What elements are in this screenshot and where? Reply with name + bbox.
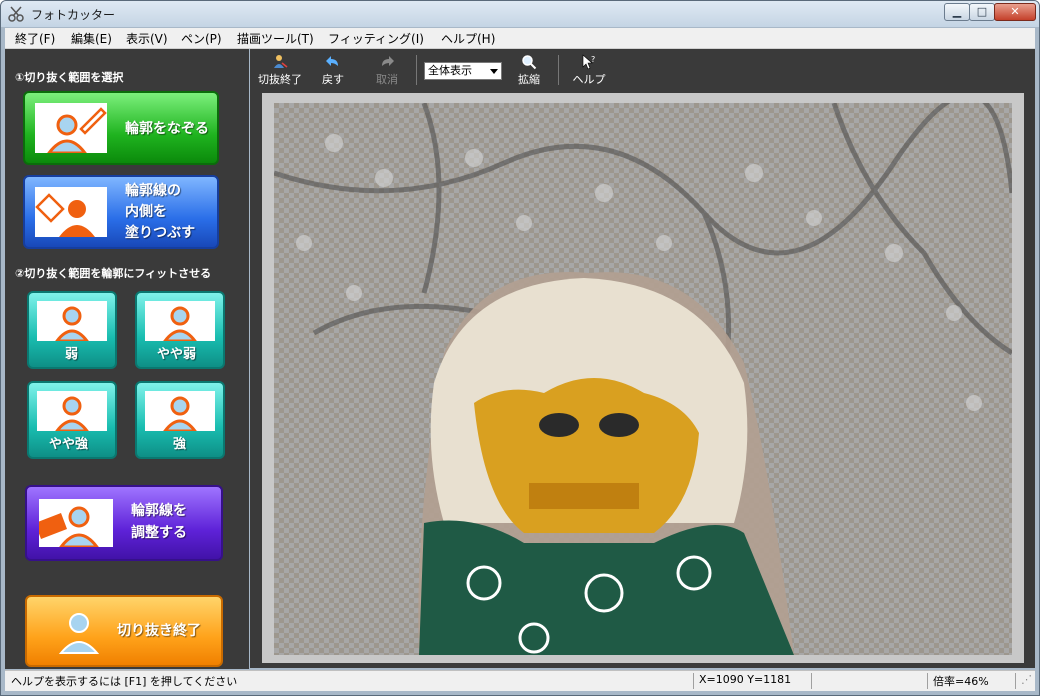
menu-fitting[interactable]: フィッティング(I) xyxy=(328,30,424,47)
title-bar: フォトカッター ▁ □ ✕ xyxy=(1,1,1039,27)
help-label: ヘルプ xyxy=(572,73,606,86)
chevron-down-icon xyxy=(490,69,498,74)
redo-arrow-icon xyxy=(382,56,394,66)
trace-card xyxy=(35,103,107,153)
toolbar-separator xyxy=(558,55,559,85)
fill-card xyxy=(35,187,107,237)
person-adjust-icon xyxy=(39,506,99,547)
fit-weak-card xyxy=(37,301,107,341)
undo-button[interactable]: 戻す xyxy=(312,51,354,89)
canvas-area xyxy=(250,91,1035,668)
help-button[interactable]: ? ヘルプ xyxy=(568,51,610,89)
window-title: フォトカッター xyxy=(31,8,116,22)
fill-inside-label-1: 輪郭線の xyxy=(125,183,181,199)
fit-weak-label: 弱 xyxy=(65,347,79,362)
sidebar-panel: ①切り抜く範囲を選択 輪郭をなぞる 輪郭線の 内側を 塗りつぶす ②切り抜く範囲… xyxy=(5,49,249,669)
status-divider xyxy=(1015,673,1016,689)
photo-image xyxy=(274,103,1012,655)
status-coordinates: X=1090 Y=1181 xyxy=(699,673,792,686)
menu-edit[interactable]: 編集(E) xyxy=(71,30,112,47)
view-mode-select[interactable]: 全体表示 xyxy=(424,62,502,80)
canvas-frame xyxy=(262,93,1024,663)
menu-draw-tools[interactable]: 描画ツール(T) xyxy=(237,30,314,47)
undo-arrow-icon xyxy=(326,56,338,66)
status-divider xyxy=(927,673,928,689)
fit-slightly-weak-button[interactable]: やや弱 xyxy=(135,291,225,369)
fit-slightly-strong-button[interactable]: やや強 xyxy=(27,381,117,459)
adjust-card xyxy=(39,499,113,547)
menu-view[interactable]: 表示(V) xyxy=(126,30,168,47)
help-cursor-icon: ? xyxy=(582,54,595,70)
fill-inside-label-2: 内側を xyxy=(125,204,167,220)
trace-outline-button[interactable]: 輪郭をなぞる xyxy=(23,91,219,165)
adjust-outline-button[interactable]: 輪郭線を 調整する xyxy=(25,485,223,561)
scissors-icon xyxy=(8,6,24,22)
section-fit-range-label: ②切り抜く範囲を輪郭にフィットさせる xyxy=(15,267,212,280)
fit-slightly-strong-card xyxy=(37,391,107,431)
status-zoom: 倍率=46% xyxy=(933,675,989,688)
finish-cut-label: 切抜終了 xyxy=(258,73,302,86)
status-divider xyxy=(811,673,812,689)
status-divider xyxy=(693,673,694,689)
adjust-outline-label-2: 調整する xyxy=(131,525,187,541)
fit-strong-button[interactable]: 強 xyxy=(135,381,225,459)
zoom-label: 拡縮 xyxy=(518,73,540,86)
fit-weak-button[interactable]: 弱 xyxy=(27,291,117,369)
fit-strong-card xyxy=(145,391,215,431)
fit-strong-label: 強 xyxy=(173,437,187,452)
minimize-button[interactable]: ▁ xyxy=(944,3,970,21)
person-cut-icon xyxy=(274,55,288,68)
undo-label: 戻す xyxy=(322,73,344,86)
person-silhouette-icon xyxy=(47,107,107,153)
person-silhouette-icon xyxy=(163,306,197,341)
fit-slightly-strong-label: やや強 xyxy=(49,437,89,452)
svg-text:?: ? xyxy=(591,55,595,64)
fill-inside-label-3: 塗りつぶす xyxy=(125,225,196,241)
menu-help[interactable]: ヘルプ(H) xyxy=(441,30,495,47)
zoom-button[interactable]: 拡縮 xyxy=(508,51,550,89)
person-silhouette-icon xyxy=(58,613,100,654)
magnifier-icon xyxy=(522,55,537,70)
paint-bucket-icon xyxy=(35,193,95,237)
menu-pen[interactable]: ペン(P) xyxy=(181,30,222,47)
finish-cut-tool-button[interactable]: 切抜終了 xyxy=(254,51,306,89)
close-button[interactable]: ✕ xyxy=(994,3,1036,21)
finish-cut-button[interactable]: 切り抜き終了 xyxy=(25,595,223,667)
section-select-range-label: ①切り抜く範囲を選択 xyxy=(15,71,124,84)
toolbar: 切抜終了 戻す 取消 全体表示 拡縮 ? ヘルプ xyxy=(250,49,1035,91)
resize-grip-icon[interactable]: ⋰ xyxy=(1021,673,1032,689)
photo-canvas[interactable] xyxy=(274,103,1012,655)
fill-inside-button[interactable]: 輪郭線の 内側を 塗りつぶす xyxy=(23,175,219,249)
trace-outline-label: 輪郭をなぞる xyxy=(125,121,209,137)
cancel-button[interactable]: 取消 xyxy=(366,51,408,89)
person-silhouette-icon xyxy=(163,396,197,431)
finish-cut-button-label: 切り抜き終了 xyxy=(117,623,201,639)
maximize-button[interactable]: □ xyxy=(969,3,995,21)
cancel-label: 取消 xyxy=(376,73,398,86)
menu-bar: 終了(F) 編集(E) 表示(V) ペン(P) 描画ツール(T) フィッティング… xyxy=(5,28,1035,49)
app-window: フォトカッター ▁ □ ✕ 終了(F) 編集(E) 表示(V) ペン(P) 描画… xyxy=(0,0,1040,696)
menu-file[interactable]: 終了(F) xyxy=(15,30,55,47)
adjust-outline-label-1: 輪郭線を xyxy=(131,503,187,519)
toolbar-separator xyxy=(416,55,417,85)
status-hint: ヘルプを表示するには [F1] を押してください xyxy=(11,675,238,688)
fit-slightly-weak-label: やや弱 xyxy=(157,347,197,362)
status-bar: ヘルプを表示するには [F1] を押してください X=1090 Y=1181 倍… xyxy=(5,670,1035,691)
fit-slightly-weak-card xyxy=(145,301,215,341)
person-silhouette-icon xyxy=(55,396,89,431)
view-mode-value: 全体表示 xyxy=(428,64,472,77)
person-silhouette-icon xyxy=(55,306,89,341)
